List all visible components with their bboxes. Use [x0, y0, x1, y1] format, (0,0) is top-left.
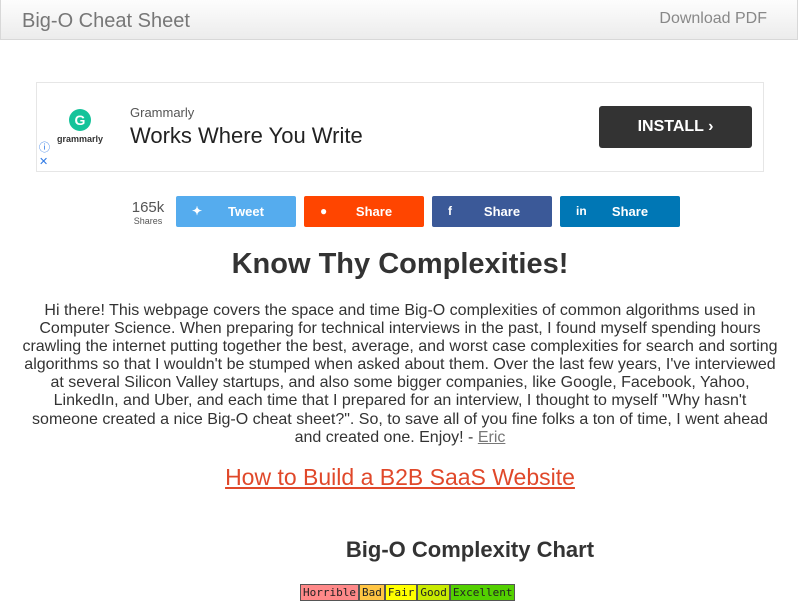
tweet-button-label: Tweet: [228, 204, 264, 219]
author-link[interactable]: Eric: [478, 429, 506, 446]
ad-choices[interactable]: ⓘ ✕: [39, 141, 50, 169]
share-count-label: Shares: [133, 216, 163, 226]
ad-sponsor: Grammarly: [130, 105, 195, 120]
grammarly-ad-banner[interactable]: G grammarly Grammarly Works Where You Wr…: [36, 82, 764, 172]
ad-install-button[interactable]: INSTALL ›: [599, 106, 752, 148]
intro-text: Hi there! This webpage covers the space …: [22, 302, 778, 446]
legend-excellent: Excellent: [449, 584, 516, 601]
grammarly-logo-text: grammarly: [56, 134, 104, 144]
promo-link-container: How to Build a B2B SaaS Website: [0, 464, 800, 491]
legend-fair: Fair: [384, 584, 418, 601]
download-pdf-link[interactable]: Download PDF: [659, 10, 767, 28]
grammarly-logo-icon: G: [69, 109, 91, 131]
tweet-button[interactable]: ✦ Tweet: [176, 196, 296, 227]
facebook-share-label: Share: [483, 204, 521, 219]
reddit-share-label: Share: [355, 204, 393, 219]
legend-bad: Bad: [358, 584, 385, 601]
linkedin-share-label: Share: [611, 204, 649, 219]
top-bar: Big-O Cheat Sheet Download PDF: [0, 0, 798, 40]
site-title[interactable]: Big-O Cheat Sheet: [22, 10, 190, 33]
grammarly-logo: G grammarly: [55, 109, 105, 144]
share-count: 165k Shares: [128, 199, 168, 227]
ad-close-icon[interactable]: ✕: [39, 155, 50, 169]
chart-title: Big-O Complexity Chart: [345, 537, 595, 562]
page-title: Know Thy Complexities!: [231, 248, 569, 280]
share-count-number: 165k: [131, 199, 165, 216]
ad-headline: Works Where You Write: [130, 123, 363, 148]
b2b-saas-link[interactable]: How to Build a B2B SaaS Website: [225, 464, 575, 490]
reddit-share-button[interactable]: ● Share: [304, 196, 424, 227]
intro-paragraph: Hi there! This webpage covers the space …: [20, 302, 780, 447]
legend-good: Good: [417, 584, 450, 601]
linkedin-share-button[interactable]: in Share: [560, 196, 680, 227]
ad-info-icon[interactable]: ⓘ: [39, 141, 50, 155]
legend-horrible: Horrible: [300, 584, 359, 601]
complexity-legend: Horrible Bad Fair Good Excellent: [300, 584, 516, 601]
facebook-share-button[interactable]: f Share: [432, 196, 552, 227]
